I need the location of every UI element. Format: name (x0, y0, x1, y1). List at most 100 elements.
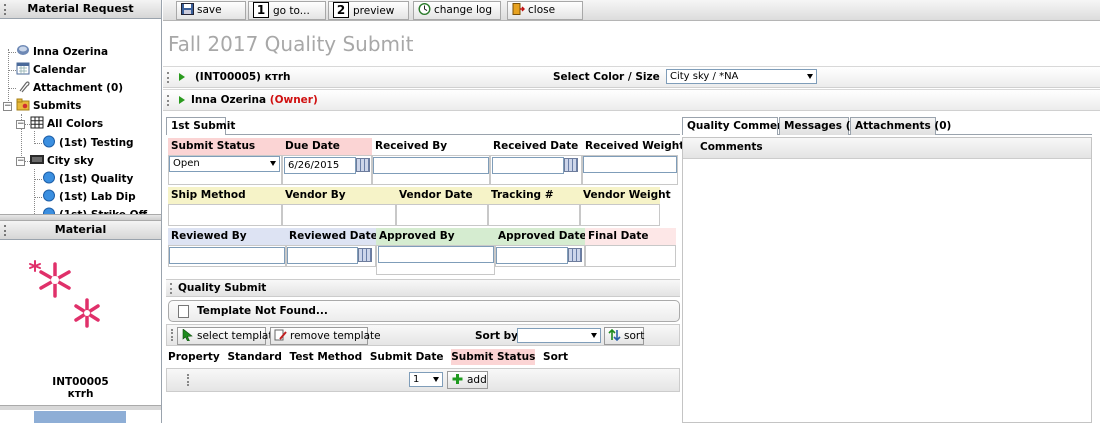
calendar-picker-icon[interactable] (356, 158, 370, 172)
field-cell[interactable] (396, 204, 488, 226)
grip-icon[interactable] (187, 374, 189, 386)
tree-item-calendar[interactable]: Calendar (16, 62, 86, 78)
material-separator (0, 405, 161, 410)
quality-table-header: Property Standard Test Method Submit Dat… (168, 349, 568, 366)
final-date-label: Final Date (585, 228, 676, 245)
grip-icon[interactable] (167, 72, 169, 83)
chevron-down-icon (433, 377, 439, 382)
calendar-picker-icon[interactable] (568, 248, 582, 262)
sort-arrows-icon (608, 328, 621, 342)
field-cell[interactable] (282, 204, 396, 226)
column-submit-status[interactable]: Submit Status (451, 349, 536, 365)
sort-button[interactable]: sort (604, 327, 644, 345)
select-template-button[interactable]: select template (177, 327, 279, 345)
reviewed-by-input[interactable] (169, 247, 285, 264)
calendar-picker-icon[interactable] (564, 158, 578, 172)
tree-item-lab-dip[interactable]: (1st) Lab Dip (42, 189, 136, 205)
collapse-all-colors-icon[interactable]: − (16, 120, 25, 129)
submit-tabs: 1st Submit (166, 117, 680, 135)
column-property[interactable]: Property (168, 349, 220, 365)
tree-item-city-sky[interactable]: City sky (30, 153, 94, 169)
expand-arrow-icon[interactable] (179, 73, 185, 81)
tree-line (34, 179, 42, 180)
received-weight-input[interactable] (583, 156, 677, 173)
color-size-select[interactable]: City sky / *NA (666, 69, 817, 84)
clock-icon (418, 2, 431, 16)
column-standard[interactable]: Standard (227, 349, 281, 365)
calendar-icon (16, 62, 30, 75)
chevron-down-icon (270, 161, 276, 166)
chevron-down-icon (807, 74, 813, 79)
field-cell[interactable] (168, 204, 282, 226)
received-by-input[interactable] (373, 157, 489, 174)
received-by-label: Received By (372, 138, 490, 155)
grip-icon[interactable] (4, 225, 6, 236)
material-name: ктrh (67, 388, 94, 400)
globe-icon (42, 171, 56, 184)
template-message-box: Template Not Found... (168, 300, 680, 322)
field-cell[interactable] (580, 204, 660, 226)
received-weight-label: Received Weight (582, 138, 684, 155)
expand-arrow-icon[interactable] (179, 96, 185, 104)
column-submit-date[interactable]: Submit Date (370, 349, 444, 365)
snowflake-pattern-icon (29, 260, 100, 328)
close-button[interactable]: close (507, 1, 583, 20)
field-cell[interactable] (488, 204, 580, 226)
quality-table-pager: 1 add (166, 368, 680, 392)
collapse-submits-icon[interactable]: − (3, 102, 12, 111)
approved-date-input[interactable] (496, 247, 568, 264)
reviewed-date-input[interactable] (287, 247, 358, 264)
template-toolbar: select template remove template Sort by:… (166, 324, 680, 346)
tree-item-user[interactable]: Inna Ozerina (16, 44, 108, 60)
due-date-input[interactable]: 6/26/2015 (284, 157, 356, 174)
tree-item-testing[interactable]: (1st) Testing (42, 135, 134, 151)
tree-line (34, 197, 42, 198)
collapse-city-sky-icon[interactable]: − (16, 157, 25, 166)
grid-icon (30, 116, 44, 129)
exit-door-icon (512, 3, 525, 15)
submit-status-select[interactable]: Open (169, 156, 280, 172)
tree-line (34, 143, 42, 144)
page-size-select[interactable]: 1 (409, 372, 443, 387)
tree-item-quality[interactable]: (1st) Quality (42, 171, 133, 187)
floppy-icon (181, 3, 194, 15)
grip-icon[interactable] (170, 283, 172, 294)
panel-splitter[interactable] (0, 214, 161, 221)
material-request-title: Material Request (27, 2, 134, 15)
tab-quality-comments[interactable]: Quality Comments (682, 117, 796, 135)
tab-messages[interactable]: Messages (0) (779, 117, 863, 135)
page-title: Fall 2017 Quality Submit (168, 32, 414, 56)
template-message: Template Not Found... (197, 305, 328, 317)
tree-item-all-colors[interactable]: All Colors (30, 116, 103, 132)
remove-template-button[interactable]: remove template (270, 327, 381, 345)
column-sort[interactable]: Sort (543, 349, 568, 365)
save-button[interactable]: save (176, 1, 246, 20)
tree-item-submits[interactable]: Submits (16, 98, 81, 114)
preview-button[interactable]: 2 preview (328, 1, 409, 20)
grip-icon[interactable] (4, 4, 6, 15)
calendar-picker-icon[interactable] (358, 248, 372, 262)
approved-by-input[interactable] (378, 246, 494, 263)
grip-icon[interactable] (167, 95, 169, 106)
comments-header: Comments (683, 138, 1091, 159)
tree-line (8, 49, 9, 107)
tree-line (8, 88, 16, 89)
add-button[interactable]: add (447, 371, 488, 389)
plus-icon (451, 373, 464, 385)
column-test-method[interactable]: Test Method (290, 349, 363, 365)
material-code: INT00005 (52, 376, 109, 388)
grip-icon[interactable] (171, 329, 173, 341)
change-log-button[interactable]: change log (413, 1, 501, 20)
tree-item-attachment[interactable]: Attachment (0) (16, 80, 123, 96)
paperclip-icon (16, 80, 30, 93)
ship-method-label: Ship Method (168, 187, 282, 204)
goto-badge: 1 (253, 2, 269, 18)
user-icon (16, 44, 30, 57)
tab-attachments[interactable]: Attachments (0) (850, 117, 951, 135)
due-date-label: Due Date (282, 138, 372, 155)
received-date-input[interactable] (492, 157, 564, 174)
tab-1st-submit[interactable]: 1st Submit (166, 117, 235, 135)
vendor-date-label: Vendor Date (396, 187, 488, 204)
sort-by-select[interactable] (517, 328, 601, 343)
go-to-button[interactable]: 1 go to... (248, 1, 326, 20)
